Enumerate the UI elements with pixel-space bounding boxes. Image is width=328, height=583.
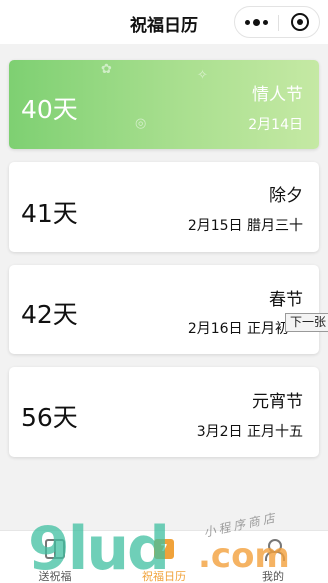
days-until: 40天 (21, 95, 78, 124)
holiday-card[interactable]: 41天 除夕 2月15日 腊月三十 (9, 162, 319, 252)
more-dot-icon (263, 19, 268, 25)
holiday-card-featured[interactable]: ✿ ◎ ✧ 40天 情人节 2月14日 (9, 60, 319, 149)
gift-icon (45, 539, 65, 559)
heart-decoration-icon: ✧ (197, 68, 208, 83)
days-until: 56天 (21, 403, 78, 432)
target-close-icon (291, 13, 309, 31)
tab-send-blessing[interactable]: 送祝福 (0, 531, 110, 583)
tab-label: 送祝福 (38, 570, 72, 583)
close-mini-program-button[interactable] (279, 7, 321, 37)
tab-bar: 送祝福 7 祝福日历 我的 (0, 530, 328, 583)
holiday-date: 2月15日 腊月三十 (187, 218, 303, 234)
holiday-name: 除夕 (269, 186, 303, 206)
tab-blessing-calendar[interactable]: 7 祝福日历 (109, 531, 219, 583)
next-tooltip: 下一张 (285, 313, 328, 332)
more-menu-button[interactable] (235, 7, 278, 37)
calendar-icon: 7 (154, 539, 174, 559)
holiday-card[interactable]: 42天 春节 2月16日 正月初一 (9, 265, 319, 354)
tab-mine[interactable]: 我的 (218, 531, 328, 583)
tab-label: 祝福日历 (142, 570, 186, 583)
ring-decoration-icon: ✿ (101, 62, 112, 77)
tab-label: 我的 (262, 570, 284, 583)
mini-program-capsule (234, 6, 320, 38)
navigation-bar: 祝福日历 (0, 0, 328, 44)
days-until: 42天 (21, 300, 78, 329)
holiday-card[interactable]: 56天 元宵节 3月2日 正月十五 (9, 367, 319, 457)
holiday-name: 情人节 (252, 85, 303, 105)
days-until: 41天 (21, 199, 78, 228)
holiday-name: 元宵节 (252, 392, 303, 412)
ring-decoration-icon: ◎ (135, 116, 147, 131)
more-dot-icon (253, 18, 260, 26)
user-icon (263, 539, 285, 561)
holiday-date: 3月2日 正月十五 (196, 424, 303, 440)
holiday-date: 2月14日 (248, 117, 303, 133)
more-dot-icon (245, 19, 250, 25)
holiday-name: 春节 (269, 290, 303, 310)
